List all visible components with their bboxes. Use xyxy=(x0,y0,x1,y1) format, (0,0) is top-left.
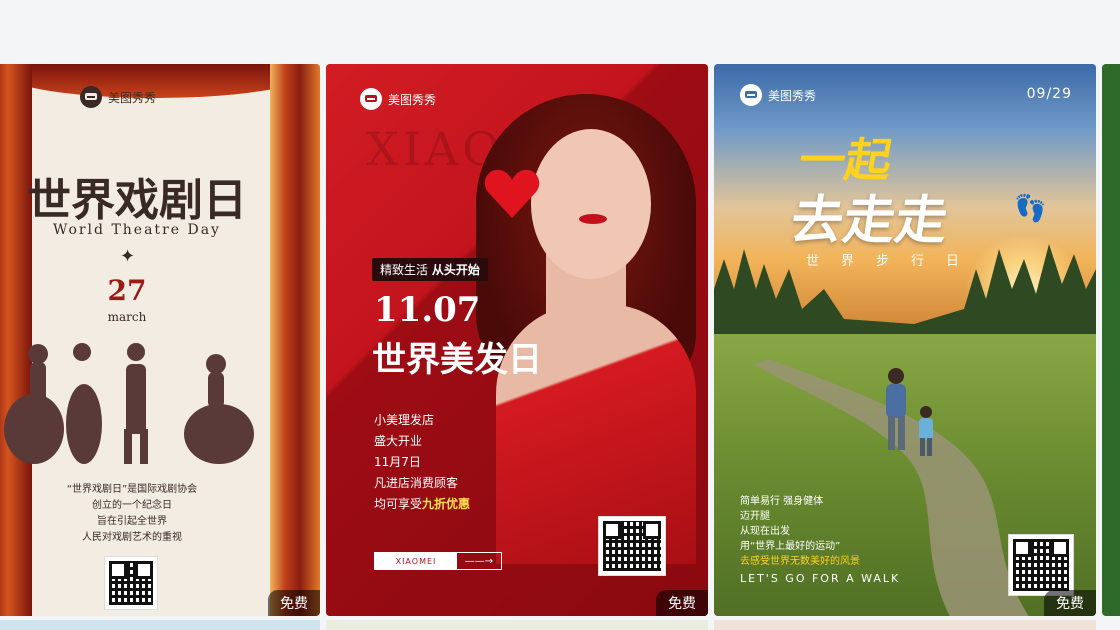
poster-day: 27 xyxy=(107,274,147,307)
poster-date: 09/29 xyxy=(1026,86,1072,102)
description-line: 旨在引起全世界 xyxy=(97,516,167,527)
offer-prefix: 均可享受 xyxy=(374,497,423,511)
free-badge: 免费 xyxy=(268,590,320,616)
brand-logo: 美图秀秀 xyxy=(80,86,156,108)
info-line: 简单易行 强身健体 xyxy=(740,496,824,507)
brand-logo: 美图秀秀 xyxy=(740,84,816,106)
curtain-right xyxy=(270,64,320,616)
poster-info-list: 简单易行 强身健体 迈开腿 从现在出发 用“世界上最好的运动” 去感受世界无数美… xyxy=(740,494,860,569)
poster-date: 11.07 xyxy=(374,290,481,330)
walk-slogan: LET'S GO FOR A WALK xyxy=(740,572,901,585)
description-line: “世界戏剧日”是国际戏剧协会 xyxy=(66,484,198,495)
poster-title: 世界戏剧日 xyxy=(27,175,247,226)
poster-subtitle: 世界步行日 xyxy=(806,254,982,269)
template-card-theatre-day[interactable]: 美图秀秀 世界戏剧日 World Theatre Day ✦ 27 march … xyxy=(0,64,320,616)
info-line: 小美理发店 xyxy=(374,413,435,427)
poster-title-line2: 去走走 xyxy=(787,191,952,251)
top-bar xyxy=(0,0,1120,60)
qr-code xyxy=(598,516,666,576)
brand-logo: 美图秀秀 xyxy=(360,88,436,110)
qr-code xyxy=(104,556,158,610)
description-line: 人民对戏剧艺术的重视 xyxy=(82,532,182,543)
meitu-logo-icon xyxy=(80,86,102,108)
info-line: 盛大开业 xyxy=(374,434,423,448)
info-line-highlight: 去感受世界无数美好的风景 xyxy=(740,556,860,567)
free-badge: 免费 xyxy=(656,590,708,616)
description-line: 创立的一个纪念日 xyxy=(92,500,172,511)
brand-button-label: XIAOMEI xyxy=(375,553,457,569)
arrow-right-icon: ——→ xyxy=(464,555,494,567)
tagline-bold: 从头开始 xyxy=(431,263,480,277)
template-card-walk-day[interactable]: 美图秀秀 09/29 一起 去走走 👣 世界步行日 简单易行 强身健体 迈开腿 … xyxy=(714,64,1096,616)
free-badge: 免费 xyxy=(1044,590,1096,616)
template-card-partial[interactable] xyxy=(1102,64,1120,616)
info-line: 迈开腿 xyxy=(740,511,770,522)
info-line: 11月7日 xyxy=(374,455,421,469)
next-row-card[interactable] xyxy=(0,620,320,630)
tagline-prefix: 精致生活 xyxy=(380,263,429,277)
sparkle-icon: ✦ xyxy=(120,246,136,267)
poster-description: “世界戏剧日”是国际戏剧协会 创立的一个纪念日 旨在引起全世界 人民对戏剧艺术的… xyxy=(32,482,232,546)
offer-line: 均可享受九折优惠 xyxy=(374,494,470,515)
heart-icon xyxy=(484,169,540,218)
next-row-card[interactable] xyxy=(326,620,708,630)
info-line: 从现在出发 xyxy=(740,526,790,537)
brand-name: 美图秀秀 xyxy=(768,88,817,103)
info-line: 凡进店消费顾客 xyxy=(374,476,459,490)
meitu-logo-icon xyxy=(740,84,762,106)
qr-code xyxy=(1008,534,1074,596)
poster-subtitle: World Theatre Day xyxy=(53,222,221,238)
template-card-hair-day[interactable]: XIAO 美图秀秀 精致生活 从头开始 11.07 世界美发日 小美理发店 盛大… xyxy=(326,64,708,616)
info-line: 用“世界上最好的运动” xyxy=(740,541,841,552)
next-row-card[interactable] xyxy=(714,620,1096,630)
brand-name: 美图秀秀 xyxy=(388,92,437,107)
offer-highlight: 九折优惠 xyxy=(422,497,471,511)
poster-info-list: 小美理发店 盛大开业 11月7日 凡进店消费顾客 均可享受九折优惠 xyxy=(374,410,470,515)
model-face xyxy=(531,129,651,279)
walkers-image xyxy=(886,368,933,456)
meitu-logo-icon xyxy=(360,88,382,110)
actors-silhouette-image xyxy=(4,343,254,464)
brand-name: 美图秀秀 xyxy=(108,90,157,105)
poster-title: 世界美发日 xyxy=(372,340,542,380)
footprints-icon: 👣 xyxy=(1014,194,1047,224)
model-lips xyxy=(579,214,607,224)
tagline-badge: 精致生活 从头开始 xyxy=(372,258,488,281)
poster-month: march xyxy=(107,310,147,324)
brand-button: XIAOMEI ——→ xyxy=(374,552,502,570)
